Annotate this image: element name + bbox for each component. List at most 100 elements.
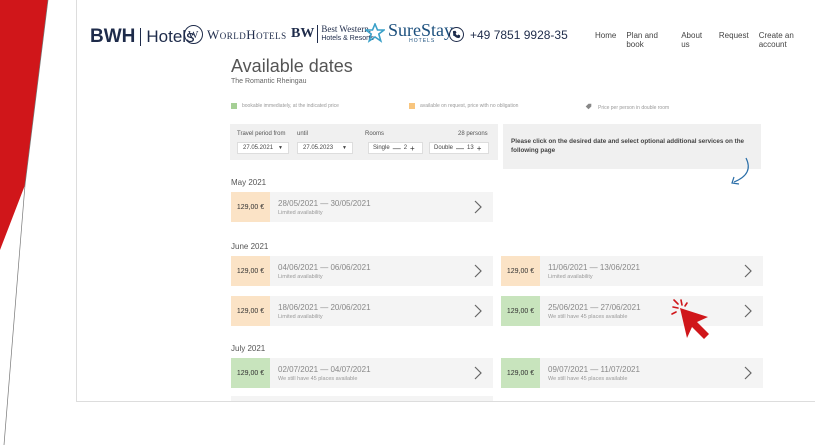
worldhotels-mark-icon: W: [184, 25, 203, 44]
double-plus-button[interactable]: +: [477, 144, 482, 153]
main-nav: Home Plan and book About us Request Crea…: [595, 31, 815, 49]
offer-details: 11/06/2021 — 13/06/2021 Limited availabi…: [548, 263, 640, 280]
offer-availability: Limited availability: [278, 313, 323, 320]
info-box: Please click on the desired date and sel…: [503, 124, 761, 169]
surestay-logo-text-wrap: SureStay. HOTELS: [388, 20, 457, 44]
phone-contact[interactable]: +49 7851 9928-35: [449, 27, 568, 42]
price-badge: 129,00 €: [231, 192, 270, 222]
double-minus-button[interactable]: —: [456, 144, 464, 153]
double-room-stepper: Double — 13 +: [429, 142, 490, 154]
bw-logo-line1: Best Western.: [321, 24, 371, 34]
legend-on-request-label: available on request, price with no obli…: [420, 103, 519, 109]
offer-details: 28/05/2021 — 30/05/2021 Limited availabi…: [278, 199, 371, 216]
price-badge: 129,00 €: [231, 358, 270, 388]
nav-about-us[interactable]: About us: [681, 31, 709, 49]
best-western-logo[interactable]: BW Best Western. Hotels & Resorts: [291, 25, 374, 43]
worldhotels-logo[interactable]: W WorldHotels: [184, 25, 287, 44]
offer-availability: Limited availability: [548, 273, 593, 280]
browser-page: BWH Hotels W WorldHotels BW Best Western…: [76, 0, 815, 401]
worldhotels-logo-text: WorldHotels: [207, 26, 287, 42]
price-badge: 129,00 €: [231, 256, 270, 286]
bwh-logo-text: BWH: [90, 26, 136, 47]
from-label: Travel period from: [237, 131, 286, 137]
until-label: until: [297, 131, 309, 137]
offer-details: 09/07/2021 — 11/07/2021 We still have 45…: [548, 365, 640, 382]
date-offer-card[interactable]: 129,00 € 02/07/2021 — 04/07/2021 We stil…: [231, 358, 493, 388]
price-badge: 129,00 €: [501, 358, 540, 388]
phone-icon: [449, 27, 464, 42]
curved-arrow-icon: [731, 157, 749, 185]
date-offer-card[interactable]: 129,00 € 25/06/2021 — 27/06/2021 We stil…: [501, 296, 763, 326]
cursor-pointer-icon: [671, 299, 709, 339]
legend-price-note-label: Price per person in double room: [598, 104, 670, 111]
nav-home[interactable]: Home: [595, 31, 616, 49]
chevron-right-icon: [474, 200, 482, 214]
surestay-logo-text: SureStay.: [388, 20, 457, 40]
date-offer-card[interactable]: 129,00 € 09/07/2021 — 11/07/2021 We stil…: [501, 358, 763, 388]
offer-details: 25/06/2021 — 27/06/2021 We still have 45…: [548, 303, 641, 320]
chevron-down-icon: ▼: [342, 145, 347, 151]
offer-availability: We still have 45 places available: [548, 313, 628, 320]
chevron-right-icon: [474, 264, 482, 278]
month-heading: July 2021: [231, 344, 266, 353]
month-heading: June 2021: [231, 242, 269, 251]
persons-count: 28 persons: [458, 131, 488, 137]
chevron-right-icon: [474, 304, 482, 318]
from-date-value: 27.05.2021: [243, 145, 274, 151]
offer-details: 02/07/2021 — 04/07/2021 We still have 45…: [278, 365, 371, 382]
bw-logo-mark: BW: [291, 26, 315, 41]
date-offer-card[interactable]: 129,00 € 11/06/2021 — 13/06/2021 Limited…: [501, 256, 763, 286]
surestay-star-icon: [363, 21, 387, 43]
legend-green-swatch: [231, 103, 237, 109]
date-offer-card[interactable]: 129,00 € 04/06/2021 — 06/06/2021 Limited…: [231, 256, 493, 286]
offer-details: 04/06/2021 — 06/06/2021 Limited availabi…: [278, 263, 371, 280]
until-date-value: 27.05.2023: [303, 145, 334, 151]
page-subtitle: The Romantic Rheingau: [231, 78, 307, 85]
legend-price-note: Price per person in double room: [585, 103, 669, 112]
offer-dates: 02/07/2021 — 04/07/2021: [278, 364, 371, 374]
legend-on-request: available on request, price with no obli…: [409, 103, 518, 109]
single-value: 2: [403, 145, 408, 151]
single-plus-button[interactable]: +: [410, 144, 415, 153]
offer-availability: We still have 45 places available: [278, 375, 358, 382]
info-text: Please click on the desired date and sel…: [511, 138, 745, 154]
offer-dates: 09/07/2021 — 11/07/2021: [548, 364, 640, 374]
month-heading: May 2021: [231, 178, 267, 187]
legend-bookable: bookable immediately, at the indicated p…: [231, 103, 339, 109]
chevron-right-icon: [744, 264, 752, 278]
surestay-logo[interactable]: SureStay. HOTELS: [363, 20, 457, 44]
logo-divider: [140, 28, 142, 46]
from-date-select[interactable]: 27.05.2021 ▼: [237, 142, 289, 154]
price-tag-icon: [585, 103, 592, 112]
offer-dates: 18/06/2021 — 20/06/2021: [278, 302, 371, 312]
date-offer-card[interactable]: 129,00 € 18/06/2021 — 20/06/2021 Limited…: [231, 296, 493, 326]
until-date-select[interactable]: 27.05.2023 ▼: [297, 142, 353, 154]
single-room-stepper: Single — 2 +: [368, 142, 423, 154]
bwh-hotels-logo[interactable]: BWH Hotels: [90, 26, 195, 48]
offer-dates: 11/06/2021 — 13/06/2021: [548, 262, 640, 272]
phone-number: +49 7851 9928-35: [470, 27, 568, 42]
nav-request[interactable]: Request: [719, 31, 749, 49]
offer-availability: Limited availability: [278, 209, 323, 216]
rooms-label: Rooms: [365, 131, 385, 137]
chevron-right-icon: [744, 304, 752, 318]
offer-availability: Limited availability: [278, 273, 323, 280]
date-offer-card[interactable]: 129,00 € 28/05/2021 — 30/05/2021 Limited…: [231, 192, 493, 222]
offer-dates: 28/05/2021 — 30/05/2021: [278, 198, 371, 208]
nav-plan-and-book[interactable]: Plan and book: [626, 31, 671, 49]
legend-orange-swatch: [409, 103, 415, 109]
legend-bookable-label: bookable immediately, at the indicated p…: [242, 103, 339, 109]
single-minus-button[interactable]: —: [393, 144, 401, 153]
double-value: 13: [467, 145, 474, 151]
chevron-right-icon: [474, 366, 482, 380]
page-title: Available dates: [231, 56, 353, 76]
price-badge: 129,00 €: [501, 296, 540, 326]
nav-create-account[interactable]: Create an account: [759, 31, 815, 49]
price-badge: 129,00 €: [501, 256, 540, 286]
offer-details: 18/06/2021 — 20/06/2021 Limited availabi…: [278, 303, 371, 320]
offer-dates: 25/06/2021 — 27/06/2021: [548, 302, 641, 312]
offer-availability: We still have 45 places available: [548, 375, 628, 382]
travel-filter: Travel period from 27.05.2021 ▼ until 27…: [230, 124, 498, 160]
page-bottom-border: [76, 401, 815, 402]
single-label: Single: [373, 145, 390, 151]
